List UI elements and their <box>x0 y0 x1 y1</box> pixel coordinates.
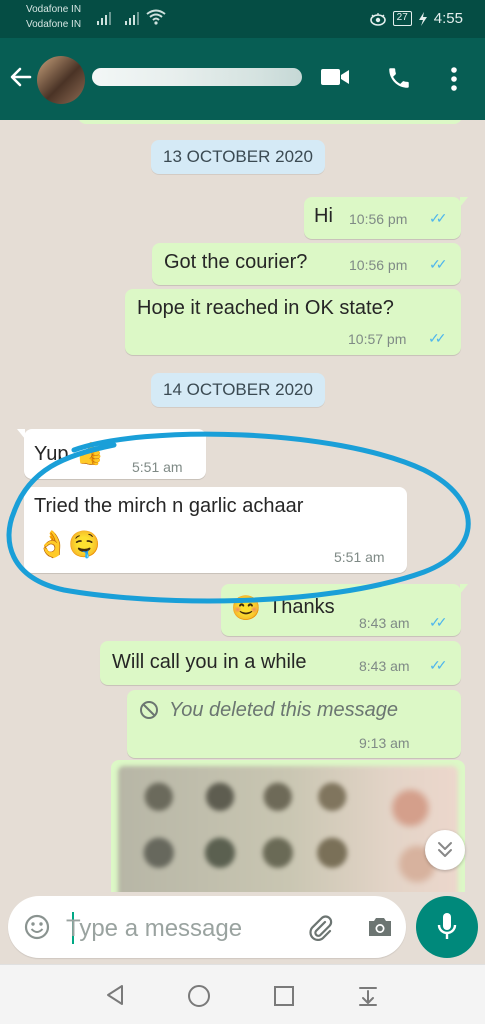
message-text: Tried the mirch n garlic achaar <box>34 495 304 517</box>
message-text: Yup <box>34 443 69 465</box>
message-bubble-incoming[interactable]: Tried the mirch n garlic achaar 👌🤤 5:51 … <box>24 487 407 573</box>
date-separator: 14 OCTOBER 2020 <box>151 373 325 407</box>
more-options-icon[interactable] <box>450 66 458 92</box>
message-bubble-outgoing[interactable]: Hope it reached in OK state? 10:57 pm ✓✓ <box>125 289 461 355</box>
microphone-icon <box>437 913 457 939</box>
message-time: 8:43 am <box>359 658 410 674</box>
read-ticks-icon: ✓✓ <box>428 330 447 346</box>
system-nav-bar <box>0 964 485 1024</box>
message-list[interactable]: 13 OCTOBER 2020 Hi 10:56 pm ✓✓ Got the c… <box>0 120 485 892</box>
camera-icon[interactable] <box>366 915 394 939</box>
thumbs-up-emoji: 👍 <box>76 441 104 466</box>
previous-message-edge <box>78 120 462 124</box>
signal-icon <box>97 11 111 25</box>
read-ticks-icon: ✓✓ <box>429 210 448 226</box>
message-text: Thanks <box>269 596 335 618</box>
status-bar: Vodafone IN Vodafone IN 27 4:55 <box>0 0 485 38</box>
attach-icon[interactable] <box>306 913 334 941</box>
message-time: 8:43 am <box>359 615 410 631</box>
nav-back-icon[interactable] <box>104 983 126 1007</box>
date-separator: 13 OCTOBER 2020 <box>151 140 325 174</box>
nav-notification-pull-icon[interactable] <box>356 984 380 1008</box>
eye-comfort-icon <box>369 12 386 26</box>
message-bubble-outgoing[interactable]: 😊 Thanks 8:43 am ✓✓ <box>221 584 468 636</box>
smile-emoji: 😊 <box>231 595 261 622</box>
blurred-image[interactable] <box>118 766 458 892</box>
voice-record-button[interactable] <box>416 896 478 958</box>
signal-icon-2 <box>125 11 139 25</box>
ok-hand-drooling-emoji: 👌🤤 <box>36 529 101 559</box>
nav-home-icon[interactable] <box>186 983 212 1009</box>
message-time: 9:13 am <box>359 735 410 751</box>
back-arrow-icon[interactable] <box>8 64 34 90</box>
emoji-icon[interactable] <box>24 914 50 940</box>
message-placeholder: Type a message <box>66 915 243 942</box>
phone-icon[interactable] <box>386 65 412 91</box>
read-ticks-icon: ✓✓ <box>429 256 448 272</box>
nav-recents-icon[interactable] <box>272 984 296 1008</box>
avatar[interactable] <box>37 56 85 104</box>
clock: 4:55 <box>433 10 463 27</box>
contact-name-redacted[interactable] <box>92 68 302 86</box>
carrier-2: Vodafone IN <box>26 19 82 30</box>
message-bubble-incoming[interactable]: Yup 👍 5:51 am <box>17 429 206 479</box>
deleted-icon <box>140 701 158 719</box>
wifi-icon <box>146 9 166 25</box>
carrier-1: Vodafone IN <box>26 4 82 15</box>
video-call-icon[interactable] <box>320 66 350 88</box>
message-time: 10:57 pm <box>348 331 407 347</box>
chat-header <box>0 38 485 120</box>
message-time: 10:56 pm <box>349 211 408 227</box>
message-text: Will call you in a while <box>112 651 307 673</box>
message-time: 5:51 am <box>132 459 183 475</box>
message-bubble-outgoing[interactable]: Got the courier? 10:56 pm ✓✓ <box>152 243 461 285</box>
read-ticks-icon: ✓✓ <box>429 614 448 630</box>
double-chevron-down-icon <box>438 842 452 857</box>
scroll-to-bottom-button[interactable] <box>425 830 465 870</box>
message-bubble-outgoing[interactable]: Will call you in a while 8:43 am ✓✓ <box>100 641 461 685</box>
message-bubble-outgoing[interactable]: Hi 10:56 pm ✓✓ <box>304 197 468 239</box>
message-time: 5:51 am <box>334 549 385 565</box>
deleted-message-bubble[interactable]: You deleted this message 9:13 am <box>127 690 461 758</box>
message-text: Hope it reached in OK state? <box>137 297 394 319</box>
message-input[interactable]: Type a message <box>8 896 406 958</box>
message-text: Got the courier? <box>164 251 308 273</box>
message-text: Hi <box>314 205 333 227</box>
deleted-message-text: You deleted this message <box>169 699 399 721</box>
message-time: 10:56 pm <box>349 257 408 273</box>
read-ticks-icon: ✓✓ <box>429 657 448 673</box>
charging-icon <box>418 11 427 26</box>
composer-bar: Type a message <box>0 892 485 964</box>
battery-level: 27 <box>392 11 412 26</box>
